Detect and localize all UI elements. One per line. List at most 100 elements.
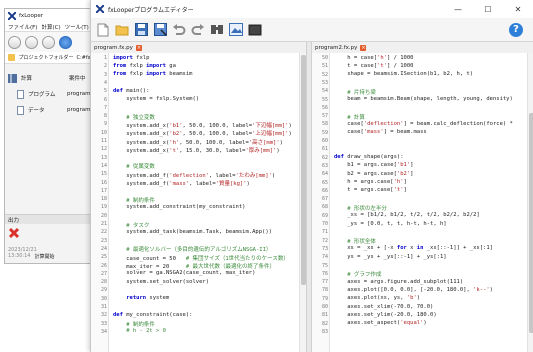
code-line: case_count = 50 # 集団サイズ（1世代当たりのケース数） [113, 255, 289, 262]
code-line: # 片持ち梁 [347, 89, 376, 96]
open-folder-icon[interactable] [114, 22, 130, 38]
code-line: system.add_x('b1', 50.0, 100.0, label='下… [113, 122, 292, 129]
scrollbar-right[interactable] [527, 53, 533, 352]
tree-item-program[interactable]: プログラム program [5, 86, 95, 102]
code-line: from fxlp import beamsim [113, 71, 193, 78]
line-number: 60 [321, 138, 328, 144]
output-panel: 2023/12/21 13:30:14 計算開始 [5, 224, 95, 260]
line-number: 21 [100, 221, 107, 227]
menu-tools[interactable]: ツール(T) [65, 23, 89, 31]
line-number: 78 [321, 287, 328, 294]
save-icon[interactable] [133, 22, 149, 38]
tab-close-icon[interactable]: × [135, 44, 142, 51]
maximize-button[interactable]: ☐ [473, 0, 503, 18]
tab-program-label: program.fx.py [94, 44, 133, 51]
line-number: 24 [100, 245, 107, 252]
line-number: 50 [321, 55, 328, 61]
redo-icon[interactable] [190, 22, 206, 38]
editor-pane-right: program2.fx.py × 50 h = case['h'] / 1000… [312, 42, 533, 352]
line-number: 64 [321, 171, 328, 178]
line-number: 29 [100, 287, 107, 294]
menu-calc[interactable]: 計算(C) [41, 23, 60, 31]
tab-program2-label: program2.fx.py [315, 44, 358, 51]
save-as-icon[interactable] [152, 22, 168, 38]
code-area-right[interactable]: 50 h = case['h'] / 1000 51 t = case['t'] … [312, 53, 527, 352]
image-icon[interactable] [228, 22, 244, 38]
minimize-button[interactable]: — [443, 0, 473, 18]
line-number: 62 [321, 154, 328, 161]
tree-item-data[interactable]: データ program [5, 102, 95, 118]
circle-button-1[interactable] [8, 35, 21, 49]
code-line: system.add_x('t', 15.0, 30.0, label='厚み[… [113, 147, 280, 154]
output-label: 出力 [8, 217, 20, 224]
error-x-icon [8, 227, 20, 239]
code-line: # 形状全体 [347, 239, 376, 246]
code-line: shape = beamsim.ISection(b1, b2, h, t) [334, 71, 474, 78]
close-button[interactable]: ✕ [503, 0, 533, 18]
code-line: ys = _ys + _ys[::-1] + _ys[:1] [334, 253, 447, 260]
tree-item-calc[interactable]: 計算 案件中 [5, 70, 95, 86]
line-number: 33 [100, 320, 107, 327]
code-line: axes.set_aspect('equal') [334, 320, 427, 327]
line-number: 73 [321, 245, 328, 252]
code-line: def draw_shape(args): [334, 154, 404, 161]
code-line: case['mass'] = beam.mass [334, 129, 427, 136]
line-number: 59 [321, 129, 328, 136]
scrollbar-thumb-right[interactable] [529, 113, 533, 333]
code-line: solver = ga.NSGA2(case_count, max_iter) [113, 270, 256, 277]
line-number: 13 [100, 154, 107, 161]
run-icon[interactable] [247, 22, 263, 38]
editor-window: fxLooperプログラムエディター — ☐ ✕ ? program.fx.py… [90, 0, 533, 352]
line-number: 81 [321, 312, 328, 319]
line-number: 74 [321, 254, 328, 261]
circle-button-2[interactable] [25, 35, 38, 49]
menu-file[interactable]: ファイル(F) [8, 23, 37, 31]
code-line: system.add_f('mass', label='質量[kg]') [113, 181, 250, 187]
background-menubar: ファイル(F) 計算(C) ツール(T) [5, 22, 95, 32]
line-number: 67 [321, 196, 328, 203]
line-number: 4 [103, 79, 107, 86]
new-file-icon[interactable] [95, 22, 111, 38]
help-icon[interactable]: ? [509, 22, 523, 37]
find-replace-icon[interactable] [209, 22, 225, 38]
code-line: system.add_task(beamsim.Task, beamsim.Ap… [113, 228, 272, 235]
code-line: axes.plot([0.0, 0.0], [-20.0, 180.0], 'k… [334, 286, 493, 293]
run-button[interactable] [59, 35, 72, 49]
scrollbar-left[interactable] [299, 53, 306, 352]
code-line: # 従属変数 [126, 164, 155, 171]
calc-icon [8, 73, 17, 83]
code-line: xs = _xs + [-x for x in _xs[::-1]] + _xs… [334, 245, 493, 252]
tab-close-icon[interactable]: × [360, 44, 367, 51]
line-number: 82 [321, 320, 328, 327]
code-line: system.add_x('b2', 50.0, 100.0, label='上… [113, 131, 292, 138]
line-number: 27 [100, 270, 107, 277]
code-line: axes.set_xlim(-70.0, 70.0) [334, 303, 434, 310]
line-number: 68 [321, 204, 328, 211]
line-number: 19 [100, 204, 107, 211]
editor-toolbar: ? [91, 18, 533, 42]
line-number: 14 [100, 162, 107, 169]
code-line: b2 = args.case['b2'] [334, 170, 414, 177]
line-number: 31 [100, 304, 107, 310]
output-section-header: 出力 [5, 214, 95, 224]
code-area-left[interactable]: 1 import fxlp 2 from fxlp import ga 3 from fx… [91, 53, 299, 352]
line-number: 75 [321, 262, 328, 269]
play-button[interactable] [42, 35, 55, 49]
code-line: axes.plot(xs, ys, 'b') [334, 295, 421, 302]
code-line: h = args.case['h'] [334, 179, 407, 185]
line-number: 65 [321, 179, 328, 186]
code-line: axes.set_ylim(-20.0, 180.0) [334, 311, 437, 318]
line-number: 56 [321, 104, 328, 111]
line-number: 58 [321, 121, 328, 128]
code-line: t = args.case['t'] [334, 187, 407, 194]
tab-program2[interactable]: program2.fx.py × [312, 42, 533, 53]
line-number: 2 [103, 63, 107, 70]
line-number: 16 [100, 179, 107, 186]
code-line: system = fxlp.System() [113, 96, 200, 102]
code-line: # グラフ作成 [347, 272, 382, 279]
code-line: # 形状の左半分 [347, 205, 387, 212]
undo-icon[interactable] [171, 22, 187, 38]
code-line: # 計算 [347, 114, 365, 121]
tab-program[interactable]: program.fx.py × [91, 42, 306, 53]
line-number: 57 [321, 113, 328, 120]
